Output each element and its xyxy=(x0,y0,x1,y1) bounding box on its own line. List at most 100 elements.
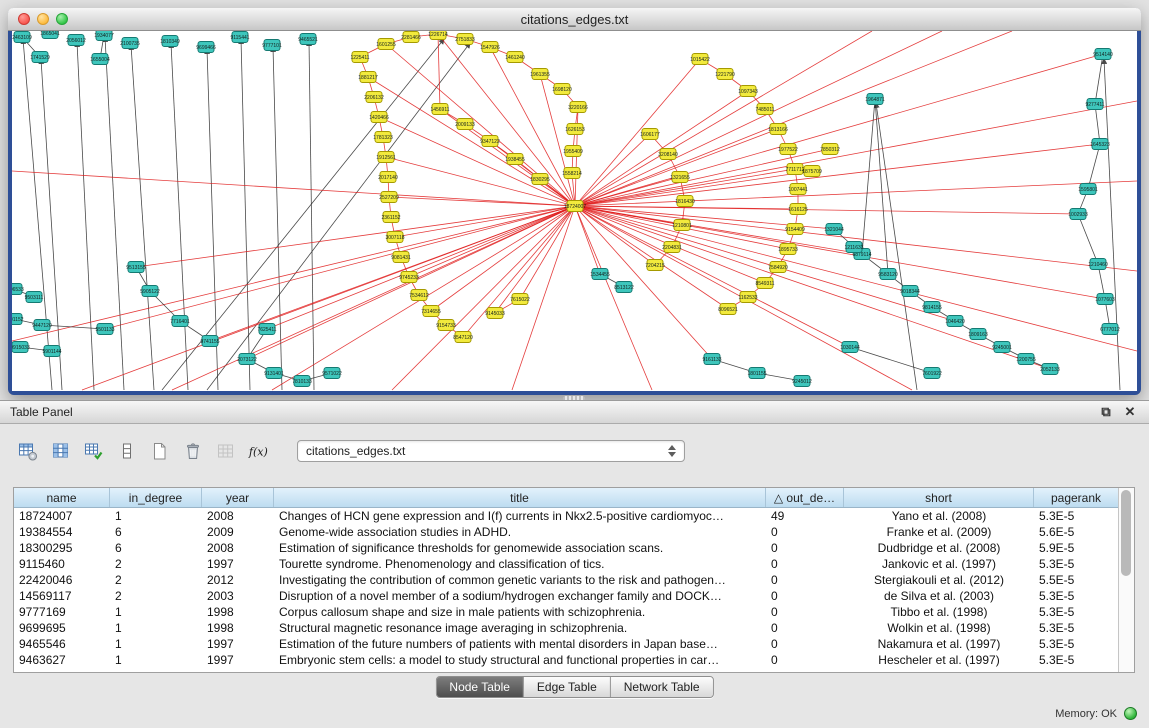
cell-out_degree[interactable]: 0 xyxy=(766,604,844,620)
cell-name[interactable]: 9115460 xyxy=(14,556,110,572)
table-scrollbar[interactable] xyxy=(1118,488,1134,672)
cell-year[interactable]: 1997 xyxy=(202,652,274,668)
graph-node[interactable]: 1938455 xyxy=(505,154,525,165)
graph-node[interactable]: 9277411 xyxy=(1085,99,1104,110)
graph-node[interactable]: 9814155 xyxy=(922,302,942,313)
cell-title[interactable]: Tourette syndrome. Phenomenology and cla… xyxy=(274,556,766,572)
graph-node[interactable]: 9699466 xyxy=(196,42,216,53)
cell-out_degree[interactable]: 0 xyxy=(766,620,844,636)
cell-title[interactable]: Embryonic stem cells: a model to study s… xyxy=(274,652,766,668)
graph-node[interactable]: 1321655 xyxy=(670,172,690,183)
cell-out_degree[interactable]: 0 xyxy=(766,556,844,572)
cell-title[interactable]: Estimation of significance thresholds fo… xyxy=(274,540,766,556)
tab-network-table[interactable]: Network Table xyxy=(611,677,713,697)
cell-title[interactable]: Structural magnetic resonance image aver… xyxy=(274,620,766,636)
cell-title[interactable]: Investigating the contribution of common… xyxy=(274,572,766,588)
graph-node[interactable]: 1097343 xyxy=(738,86,758,97)
cell-year[interactable]: 2009 xyxy=(202,524,274,540)
graph-node[interactable]: 1547926 xyxy=(480,42,500,53)
cell-short[interactable]: Tibbo et al. (1998) xyxy=(844,604,1034,620)
cell-year[interactable]: 2003 xyxy=(202,588,274,604)
cell-in_degree[interactable]: 6 xyxy=(110,540,202,556)
column-header-short[interactable]: short xyxy=(844,488,1034,507)
cell-out_degree[interactable]: 0 xyxy=(766,652,844,668)
cell-year[interactable]: 1997 xyxy=(202,636,274,652)
cell-name[interactable]: 9463627 xyxy=(14,652,110,668)
graph-node[interactable]: 3007118 xyxy=(385,232,404,243)
graph-node[interactable]: 9018344 xyxy=(900,286,920,297)
graph-node[interactable]: 1015422 xyxy=(690,54,710,65)
cell-pagerank[interactable]: 5.3E-5 xyxy=(1034,508,1118,524)
cell-name[interactable]: 19384554 xyxy=(14,524,110,540)
cell-in_degree[interactable]: 2 xyxy=(110,572,202,588)
graph-node[interactable]: 1881217 xyxy=(358,72,378,83)
cell-name[interactable]: 18724007 xyxy=(14,508,110,524)
graph-node[interactable]: 1934077 xyxy=(94,31,114,41)
close-panel-icon[interactable]: ✕ xyxy=(1121,404,1139,420)
graph-node[interactable]: 5901144 xyxy=(42,346,61,357)
graph-node[interactable]: 9154733 xyxy=(436,320,456,331)
graph-node[interactable]: 1810349 xyxy=(160,36,180,47)
cell-short[interactable]: Franke et al. (2009) xyxy=(844,524,1034,540)
graph-node[interactable]: 1977522 xyxy=(778,144,798,155)
cell-title[interactable]: Changes of HCN gene expression and I(f) … xyxy=(274,508,766,524)
graph-node[interactable]: 3220166 xyxy=(568,102,588,113)
cell-name[interactable]: 9699695 xyxy=(14,620,110,636)
table-row[interactable]: 1872400712008Changes of HCN gene express… xyxy=(14,508,1118,524)
graph-node[interactable]: 9245001 xyxy=(992,342,1012,353)
graph-node[interactable]: 18724007 xyxy=(564,201,586,212)
table-row[interactable]: 946362711997Embryonic stem cells: a mode… xyxy=(14,652,1118,668)
create-column-icon[interactable] xyxy=(82,440,106,462)
cell-in_degree[interactable]: 2 xyxy=(110,588,202,604)
graph-node[interactable]: 1221790 xyxy=(715,69,735,80)
cell-out_degree[interactable]: 0 xyxy=(766,588,844,604)
graph-node[interactable]: 7810133 xyxy=(292,376,312,387)
cell-name[interactable]: 18300295 xyxy=(14,540,110,556)
cell-short[interactable]: Nakamura et al. (1997) xyxy=(844,636,1034,652)
graph-node[interactable]: 9583120 xyxy=(878,269,898,280)
cell-short[interactable]: Dudbridge et al. (2008) xyxy=(844,540,1034,556)
graph-node[interactable]: 1046420 xyxy=(945,316,965,327)
cell-in_degree[interactable]: 2 xyxy=(110,556,202,572)
table-row[interactable]: 1938455462009Genome-wide association stu… xyxy=(14,524,1118,540)
cell-pagerank[interactable]: 5.6E-5 xyxy=(1034,524,1118,540)
graph-node[interactable]: 9347122 xyxy=(480,136,500,147)
graph-node[interactable]: 1595801 xyxy=(1078,184,1098,195)
cell-in_degree[interactable]: 6 xyxy=(110,524,202,540)
graph-node[interactable]: 2527209 xyxy=(379,192,399,203)
column-header-pagerank[interactable]: pagerank xyxy=(1034,488,1118,507)
graph-node[interactable]: 7711712 xyxy=(785,164,804,175)
tab-node-table[interactable]: Node Table xyxy=(436,677,524,697)
graph-node[interactable]: 1626153 xyxy=(565,124,585,135)
cell-year[interactable]: 2008 xyxy=(202,508,274,524)
table-row[interactable]: 2242004622012Investigating the contribut… xyxy=(14,572,1118,588)
cell-title[interactable]: Estimation of the future numbers of pati… xyxy=(274,636,766,652)
graph-node[interactable]: 1321044 xyxy=(824,224,844,235)
delete-table-icon[interactable] xyxy=(181,440,205,462)
graph-node[interactable]: 3208140 xyxy=(658,149,678,160)
graph-node[interactable]: 1534455 xyxy=(590,269,610,280)
graph-node[interactable]: 9447120 xyxy=(32,320,52,331)
merge-table-icon[interactable] xyxy=(214,440,238,462)
row-height-icon[interactable] xyxy=(115,440,139,462)
table-row[interactable]: 911546021997Tourette syndrome. Phenomeno… xyxy=(14,556,1118,572)
cell-pagerank[interactable]: 5.3E-5 xyxy=(1034,636,1118,652)
tab-edge-table[interactable]: Edge Table xyxy=(524,677,611,697)
graph-node[interactable]: 2052133 xyxy=(1040,364,1060,375)
graph-node[interactable]: 9131401 xyxy=(264,368,284,379)
minimize-window-button[interactable] xyxy=(37,13,49,25)
graph-node[interactable]: 7625411 xyxy=(257,324,276,335)
table-row[interactable]: 946554611997Estimation of the future num… xyxy=(14,636,1118,652)
graph-node[interactable]: 5905122 xyxy=(140,286,160,297)
table-selector-dropdown[interactable]: citations_edges.txt xyxy=(297,440,685,462)
graph-node[interactable]: 7615022 xyxy=(510,294,530,305)
table-row[interactable]: 977716911998Corpus callosum shape and si… xyxy=(14,604,1118,620)
graph-node[interactable]: 6777012 xyxy=(1100,324,1120,335)
graph-node[interactable]: 1781323 xyxy=(373,132,393,143)
cell-pagerank[interactable]: 5.3E-5 xyxy=(1034,556,1118,572)
graph-node[interactable]: 7485011 xyxy=(755,104,774,115)
cell-short[interactable]: Wolkin et al. (1998) xyxy=(844,620,1034,636)
graph-node[interactable]: 1875709 xyxy=(802,166,822,177)
graph-node[interactable]: 9915033 xyxy=(12,342,30,353)
graph-node[interactable]: 1801155 xyxy=(747,368,766,379)
